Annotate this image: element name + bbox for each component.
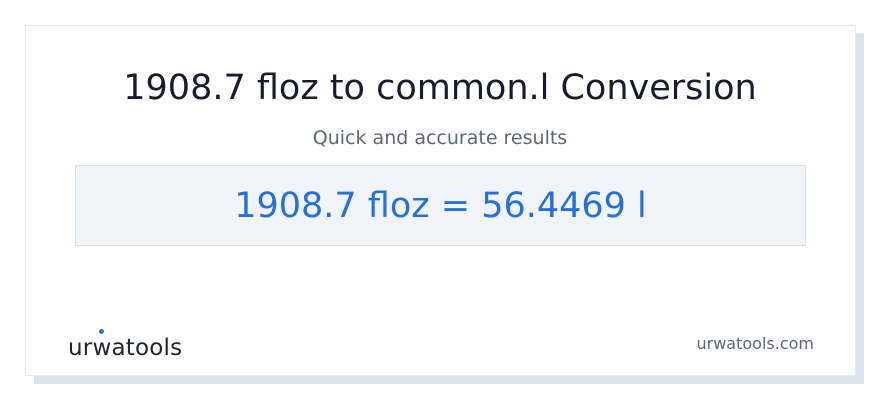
logo-text-part2: atools — [111, 335, 183, 361]
result-box: 1908.7 floz = 56.4469 l — [75, 165, 806, 246]
urwatools-logo[interactable]: ur w atools — [68, 329, 183, 365]
site-link[interactable]: urwatools.com — [697, 334, 815, 354]
logo-text-w: w — [92, 329, 111, 365]
page-subtitle: Quick and accurate results — [312, 127, 568, 149]
logo-text-part1: ur — [68, 335, 93, 361]
conversion-result: 1908.7 floz = 56.4469 l — [234, 185, 647, 226]
page-title: 1908.7 floz to common.l Conversion — [123, 68, 757, 108]
